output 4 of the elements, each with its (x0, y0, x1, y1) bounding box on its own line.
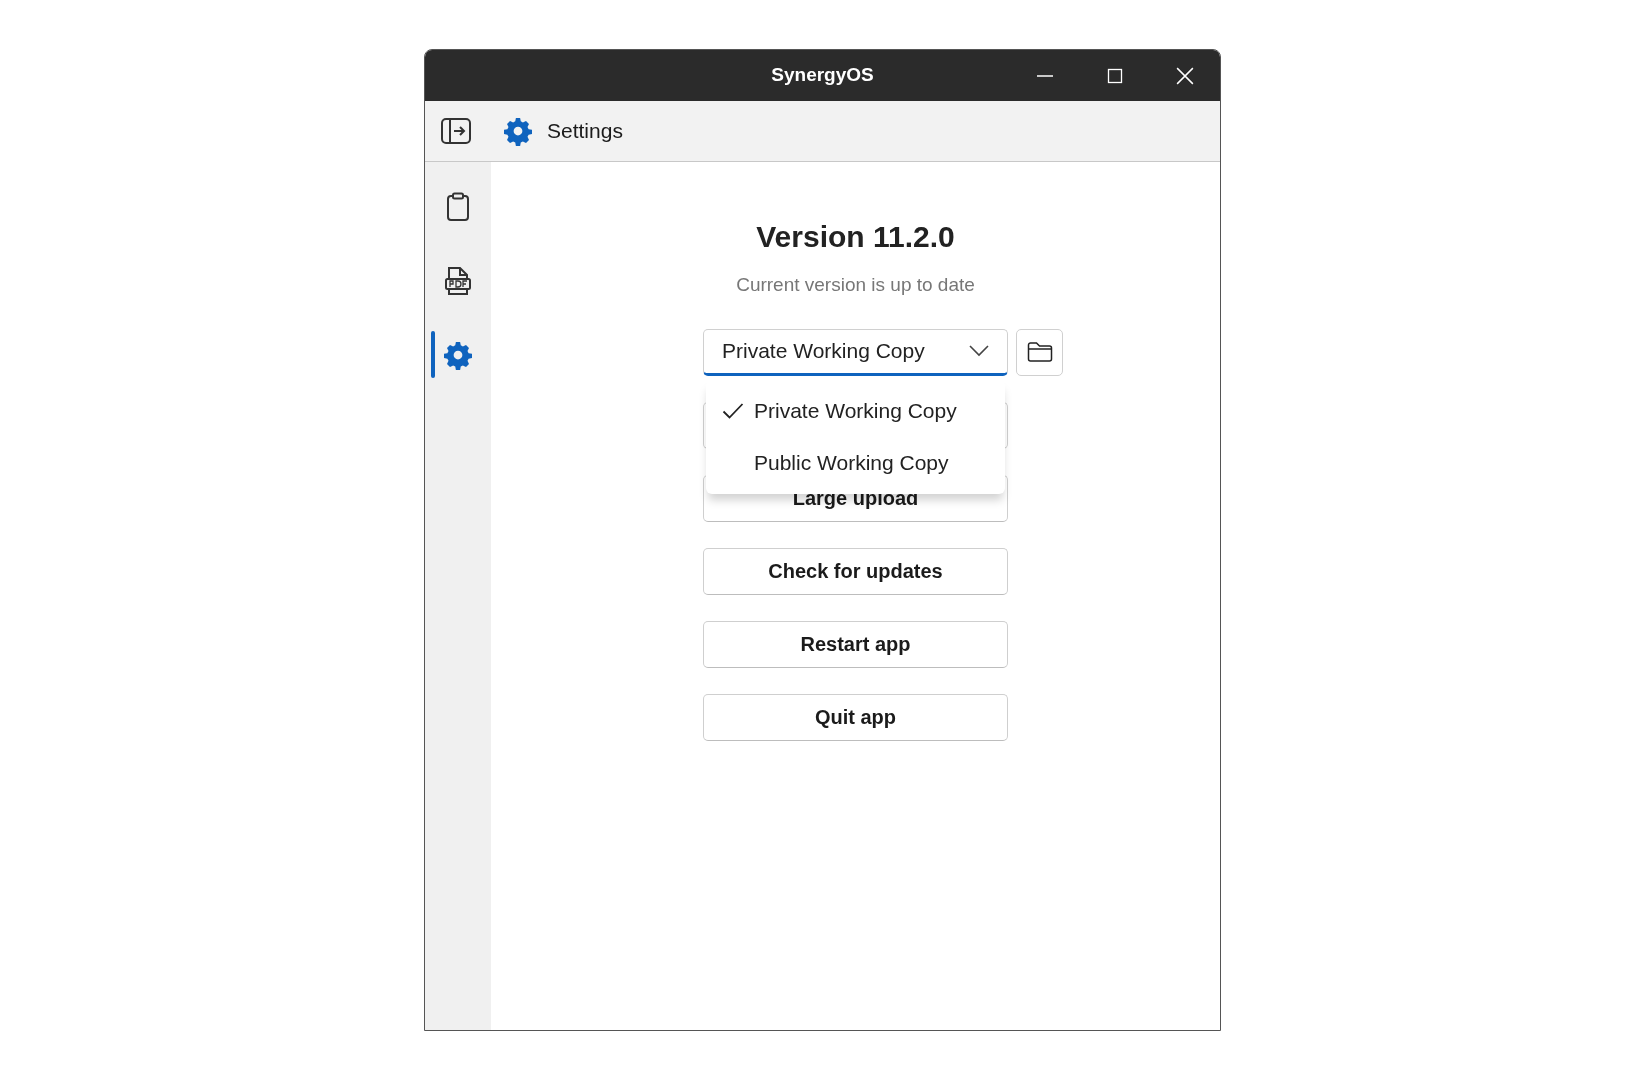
window-title: SynergyOS (771, 63, 874, 88)
page-title: Settings (547, 118, 623, 145)
version-heading: Version 11.2.0 (756, 219, 955, 255)
status-text: Current version is up to date (736, 273, 975, 297)
